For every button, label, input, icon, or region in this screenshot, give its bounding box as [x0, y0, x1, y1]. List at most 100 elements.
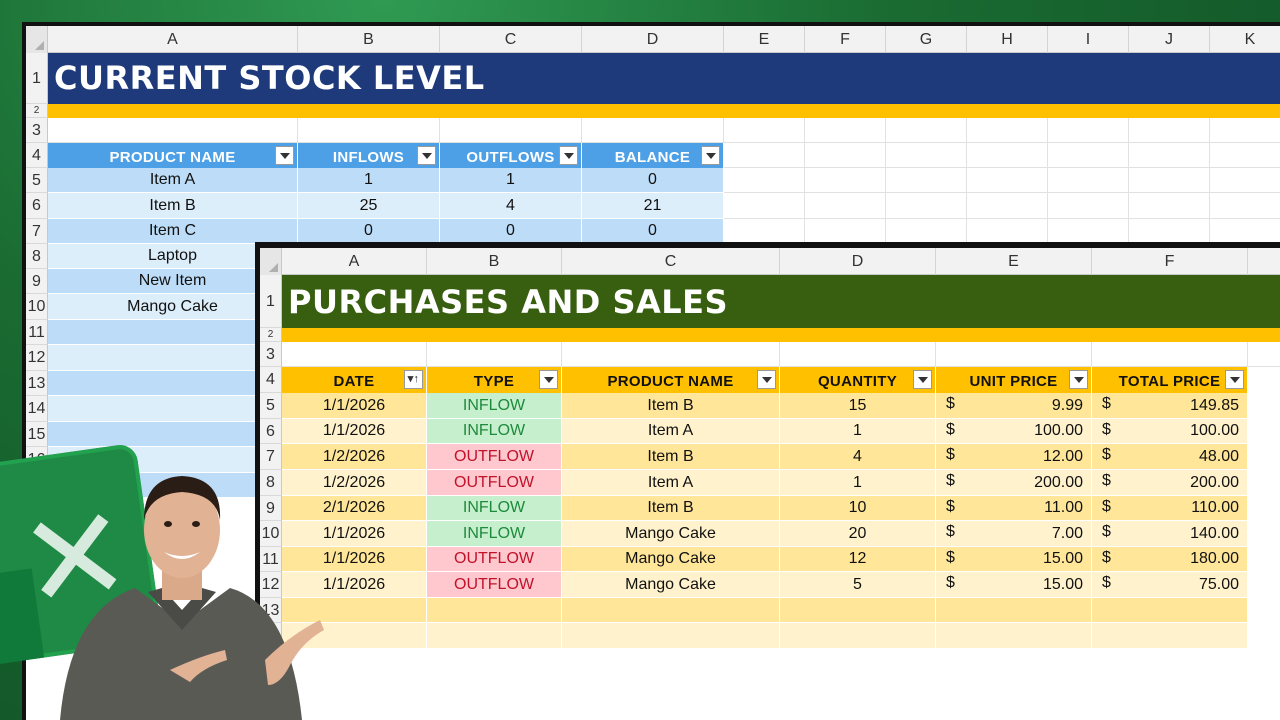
column-header-F[interactable]: F [1092, 248, 1248, 275]
row-header-2[interactable]: 2 [26, 104, 48, 118]
filter-dropdown-icon[interactable] [539, 370, 558, 389]
table-cell[interactable]: $100.00 [936, 419, 1092, 444]
cell[interactable] [805, 219, 886, 244]
table-empty-cell[interactable] [780, 598, 936, 623]
table-cell[interactable]: $9.99 [936, 393, 1092, 419]
table-cell[interactable]: 5 [780, 572, 936, 598]
row-header-3[interactable]: 3 [260, 342, 282, 367]
cell[interactable] [1048, 118, 1129, 143]
column-header-A[interactable]: A [48, 26, 298, 53]
row-header-6[interactable]: 6 [260, 419, 282, 444]
row-header-5[interactable]: 5 [260, 393, 282, 419]
table-cell[interactable]: INFLOW [427, 496, 562, 521]
table-cell[interactable]: OUTFLOW [427, 572, 562, 598]
table-cell[interactable]: Mango Cake [562, 547, 780, 572]
cell[interactable] [48, 118, 298, 143]
filter-dropdown-icon[interactable] [1069, 370, 1088, 389]
table-cell[interactable]: INFLOW [427, 419, 562, 444]
row-header-11[interactable]: 11 [26, 320, 48, 345]
cell[interactable] [298, 118, 440, 143]
cell[interactable] [967, 168, 1048, 193]
row-header-12[interactable]: 12 [26, 345, 48, 371]
table-cell[interactable]: 4 [780, 444, 936, 470]
table-cell[interactable]: OUTFLOW [427, 444, 562, 470]
row-header-6[interactable]: 6 [26, 193, 48, 219]
cell[interactable] [724, 219, 805, 244]
table-cell[interactable]: 21 [582, 193, 724, 219]
cell[interactable] [1210, 193, 1280, 219]
table-cell[interactable]: $200.00 [1092, 470, 1248, 496]
table-cell[interactable]: 1 [298, 168, 440, 193]
cell[interactable] [1210, 168, 1280, 193]
table-empty-cell[interactable] [562, 623, 780, 649]
cell[interactable] [967, 118, 1048, 143]
table-cell[interactable]: $110.00 [1092, 496, 1248, 521]
table-cell[interactable]: 1/1/2026 [282, 419, 427, 444]
row-header-14[interactable]: 14 [26, 396, 48, 422]
column-header-B[interactable]: B [298, 26, 440, 53]
table-empty-cell[interactable] [1092, 598, 1248, 623]
cell[interactable] [1210, 143, 1280, 168]
column-header-H[interactable]: H [967, 26, 1048, 53]
row-header-2[interactable]: 2 [260, 328, 282, 342]
column-header-B[interactable]: B [427, 248, 562, 275]
cell[interactable] [1248, 342, 1280, 367]
table-empty-cell[interactable] [780, 623, 936, 649]
table-cell[interactable]: 1 [780, 470, 936, 496]
row-header-15[interactable]: 15 [26, 422, 48, 447]
cell[interactable] [282, 342, 427, 367]
filter-dropdown-icon[interactable] [275, 146, 294, 165]
table-cell[interactable]: 0 [582, 168, 724, 193]
table-cell[interactable]: $48.00 [1092, 444, 1248, 470]
select-all-corner[interactable] [260, 248, 282, 275]
table-cell[interactable]: 0 [440, 219, 582, 244]
table-empty-cell[interactable] [936, 598, 1092, 623]
column-header-D[interactable]: D [780, 248, 936, 275]
table-cell[interactable]: $7.00 [936, 521, 1092, 547]
cell[interactable] [1092, 342, 1248, 367]
cell[interactable] [1210, 219, 1280, 244]
cell[interactable] [1048, 168, 1129, 193]
cell[interactable] [1129, 219, 1210, 244]
table-cell[interactable]: Item B [562, 496, 780, 521]
table-empty-cell[interactable] [427, 598, 562, 623]
cell[interactable] [1048, 143, 1129, 168]
table-cell[interactable]: $149.85 [1092, 393, 1248, 419]
column-header-blank[interactable] [1248, 248, 1280, 275]
cell[interactable] [724, 143, 805, 168]
filter-dropdown-icon[interactable] [701, 146, 720, 165]
cell[interactable] [1129, 168, 1210, 193]
filter-dropdown-icon[interactable] [1225, 370, 1244, 389]
table-cell[interactable]: 0 [298, 219, 440, 244]
column-header-C[interactable]: C [562, 248, 780, 275]
row-header-10[interactable]: 10 [26, 294, 48, 320]
cell[interactable] [724, 168, 805, 193]
cell[interactable] [440, 118, 582, 143]
filter-dropdown-icon[interactable] [559, 146, 578, 165]
table-cell[interactable]: $12.00 [936, 444, 1092, 470]
table-cell[interactable]: INFLOW [427, 393, 562, 419]
table-cell[interactable]: Item A [562, 470, 780, 496]
column-header-E[interactable]: E [724, 26, 805, 53]
cell[interactable] [886, 219, 967, 244]
row-header-4[interactable]: 4 [26, 143, 48, 168]
table-cell[interactable]: $15.00 [936, 547, 1092, 572]
table-cell[interactable]: Item C [48, 219, 298, 244]
cell[interactable] [886, 168, 967, 193]
cell[interactable] [886, 118, 967, 143]
row-header-5[interactable]: 5 [26, 168, 48, 193]
cell[interactable] [805, 193, 886, 219]
cell[interactable] [724, 118, 805, 143]
table-cell[interactable]: $180.00 [1092, 547, 1248, 572]
column-header-D[interactable]: D [582, 26, 724, 53]
table-empty-cell[interactable] [427, 623, 562, 649]
column-header-A[interactable]: A [282, 248, 427, 275]
cell[interactable] [562, 342, 780, 367]
cell[interactable] [724, 193, 805, 219]
table-cell[interactable]: 10 [780, 496, 936, 521]
row-header-13[interactable]: 13 [26, 371, 48, 396]
table-cell[interactable]: $200.00 [936, 470, 1092, 496]
row-header-7[interactable]: 7 [26, 219, 48, 244]
row-header-9[interactable]: 9 [26, 269, 48, 294]
table-cell[interactable]: Item B [562, 393, 780, 419]
